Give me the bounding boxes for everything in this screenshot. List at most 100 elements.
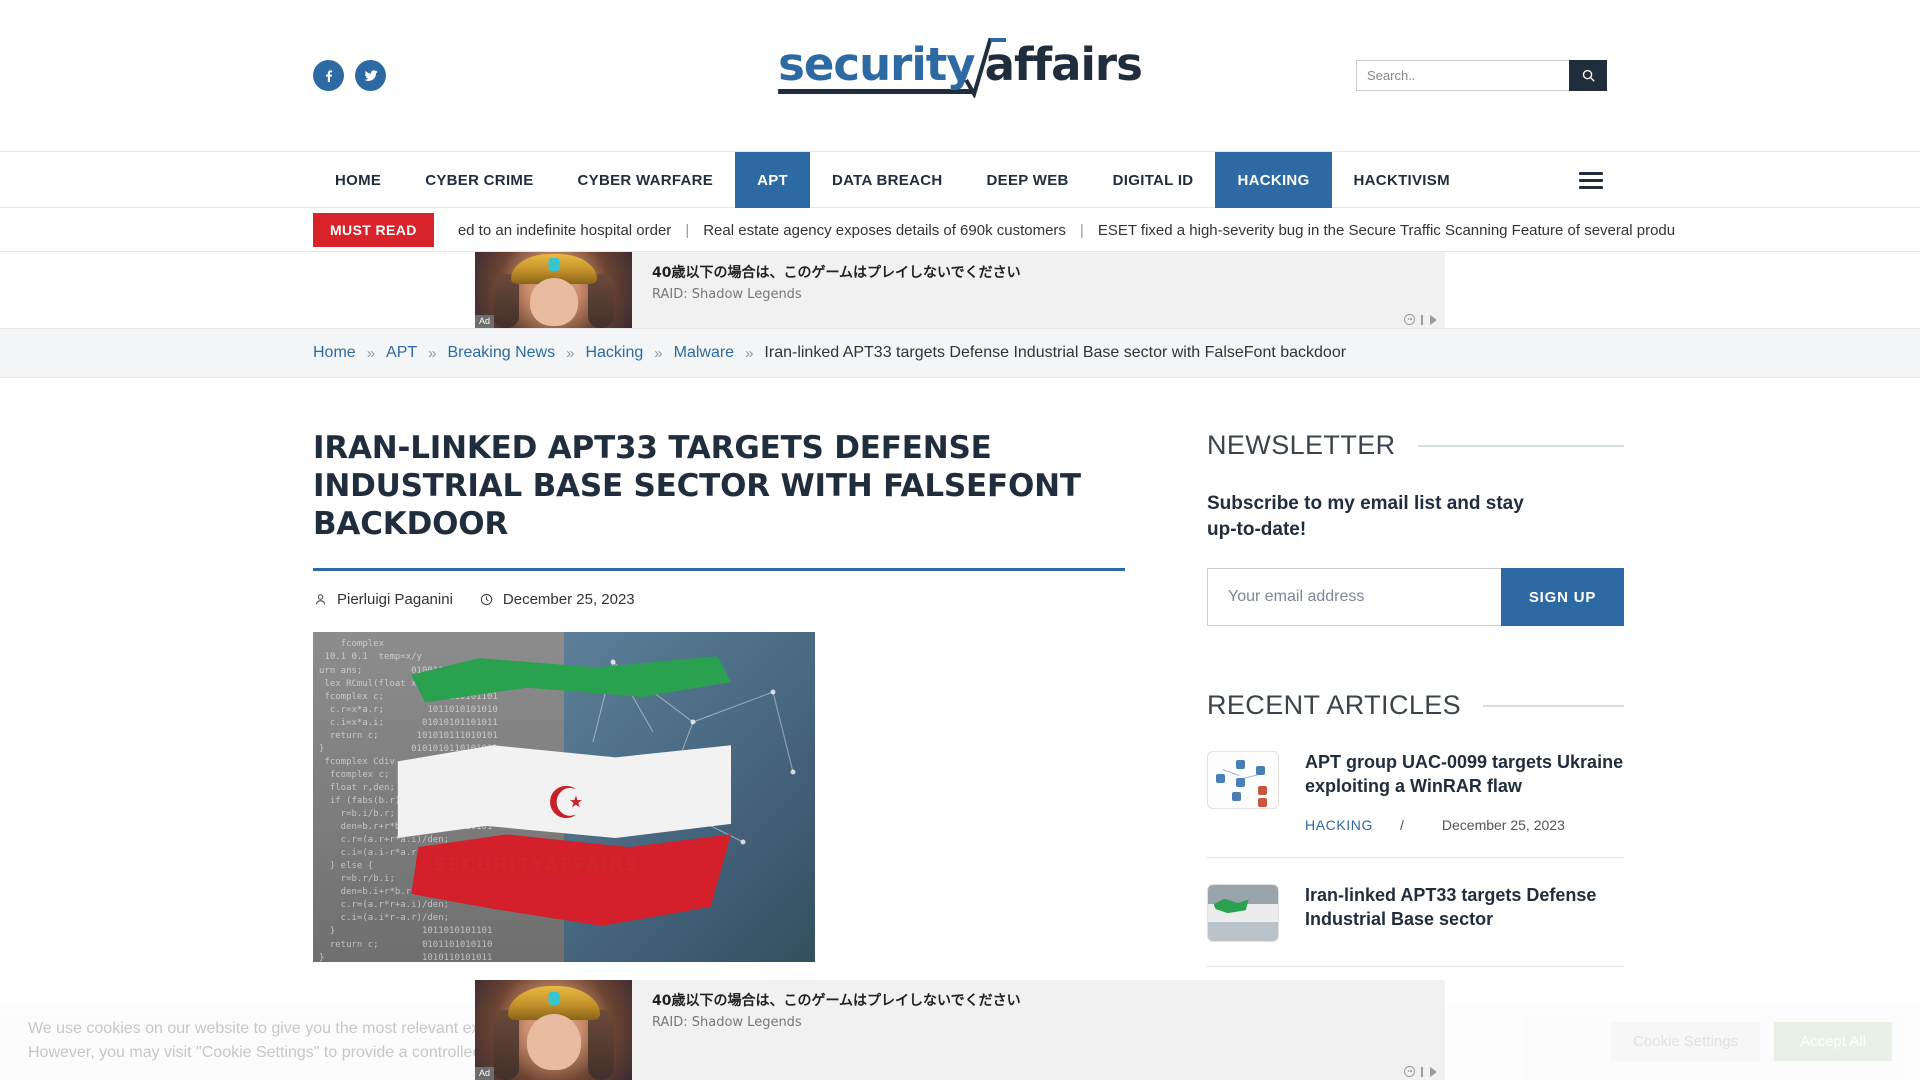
article-body: Iran-linked APT33 targets Defense Indust… xyxy=(1305,884,1624,942)
article-column: Iran-linked APT33 targets Defense Indust… xyxy=(313,378,1125,993)
breadcrumb-separator: » xyxy=(566,344,575,362)
ticker-item[interactable]: ESET fixed a high-severity bug in the Se… xyxy=(1098,222,1675,239)
ad-choices-icon[interactable] xyxy=(1430,1066,1437,1077)
nav-item-cyber-warfare[interactable]: CYBER WARFARE xyxy=(556,152,736,208)
search-icon xyxy=(1582,69,1595,82)
sidebar: NEWSLETTER Subscribe to my email list an… xyxy=(1207,378,1624,993)
nav-item-hacktivism[interactable]: HACKTIVISM xyxy=(1332,152,1472,208)
recent-articles-section: RECENT ARTICLES APT group UAC-0099 targe… xyxy=(1207,690,1624,968)
search-button[interactable] xyxy=(1569,60,1607,91)
article-author[interactable]: Pierluigi Paganini xyxy=(313,591,453,608)
twitter-icon[interactable] xyxy=(355,60,386,91)
recent-articles-header: RECENT ARTICLES xyxy=(1207,690,1624,721)
ad-choices-bar-icon xyxy=(1421,314,1423,325)
recent-articles-heading: RECENT ARTICLES xyxy=(1207,690,1462,721)
ad-thumbnail-image[interactable]: Ad xyxy=(475,980,632,1080)
article-featured-image[interactable]: fcomplex 10.1 0.1 temp=x/y urn ans; 0100… xyxy=(313,632,815,963)
nav-item-apt[interactable]: APT xyxy=(735,152,810,208)
newsletter-form: SIGN UP xyxy=(1207,568,1624,627)
network-diagram-thumbnail[interactable] xyxy=(1207,751,1279,810)
ad-info-icon[interactable] xyxy=(1404,1066,1415,1077)
search-form xyxy=(1356,60,1607,91)
breadcrumb-separator: » xyxy=(428,344,437,362)
ad-subtitle: RAID: Shadow Legends xyxy=(652,1015,802,1031)
title-divider xyxy=(313,568,1125,572)
breadcrumb-link[interactable]: Malware xyxy=(674,344,734,362)
nav-item-digital-id[interactable]: DIGITAL ID xyxy=(1091,152,1216,208)
ad-controls[interactable] xyxy=(1404,314,1437,325)
ad-badge: Ad xyxy=(475,1067,495,1080)
ad-badge: Ad xyxy=(475,315,495,328)
cookie-accept-all-button[interactable]: Accept All xyxy=(1774,1021,1892,1061)
breadcrumb-link[interactable]: Hacking xyxy=(585,344,643,362)
facebook-icon[interactable] xyxy=(313,60,344,91)
list-item[interactable]: Iran-linked APT33 targets Defense Indust… xyxy=(1207,884,1624,968)
hamburger-menu-icon[interactable] xyxy=(1575,152,1607,208)
breadcrumb: Home » APT » Breaking News » Hacking » Malware » I… xyxy=(0,344,1346,362)
ad-text-block[interactable]: 40歳以下の場合は、このゲームはプレイしないでください RAID: Shadow… xyxy=(632,252,1445,328)
iran-flag-thumbnail[interactable] xyxy=(1207,884,1279,943)
ticker-item[interactable]: Real estate agency exposes details of 69… xyxy=(703,222,1066,239)
site-logo[interactable]: security affairs xyxy=(778,38,1143,98)
nav-item-hacking[interactable]: HACKING xyxy=(1215,152,1332,208)
ad-controls[interactable] xyxy=(1404,1066,1437,1077)
article-meta: HACKING / December 25, 2023 xyxy=(1305,817,1624,833)
newsletter-email-input[interactable] xyxy=(1207,568,1501,627)
article-title[interactable]: Iran-linked APT33 targets Defense Indust… xyxy=(1305,884,1624,932)
breadcrumb-separator: » xyxy=(654,344,663,362)
must-read-badge[interactable]: MUST READ xyxy=(313,213,434,247)
article-date: December 25, 2023 xyxy=(1441,817,1565,834)
nav-item-deep-web[interactable]: DEEP WEB xyxy=(965,152,1091,208)
page-root: security affairs HOMECYBER CRIMECYBER WA… xyxy=(0,0,1920,1080)
main-navigation: HOME CYBER CRIME CYBER WARFARE APT DATA BREA… xyxy=(0,152,1920,208)
ad-info-icon[interactable] xyxy=(1404,314,1415,325)
nav-items-container: HOME CYBER CRIME CYBER WARFARE APT DATA BREA… xyxy=(313,152,1607,208)
content-area: Iran-linked APT33 targets Defense Indust… xyxy=(0,378,1920,993)
page-title: Iran-linked APT33 targets Defense Indust… xyxy=(313,430,1081,542)
article-meta: Pierluigi Paganini December 25, 2023 xyxy=(313,591,1125,608)
ticker-separator: | xyxy=(685,221,690,239)
breadcrumb-link[interactable]: APT xyxy=(386,344,417,362)
article-category[interactable]: HACKING xyxy=(1305,817,1400,833)
ad-subtitle: RAID: Shadow Legends xyxy=(652,287,802,303)
must-read-ticker: MUST READ ed to an indefinite hospital o… xyxy=(0,208,1920,252)
author-name: Pierluigi Paganini xyxy=(337,591,453,609)
article-date: December 25, 2023 xyxy=(479,591,635,608)
cookie-buttons: Cookie Settings Accept All xyxy=(1611,1021,1892,1061)
breadcrumb-link[interactable]: Breaking News xyxy=(448,344,556,362)
newsletter-signup-button[interactable]: SIGN UP xyxy=(1501,568,1624,627)
breadcrumb-bar: Home » APT » Breaking News » Hacking » Malware » I… xyxy=(0,328,1920,378)
heading-rule xyxy=(1417,444,1624,447)
social-links xyxy=(313,60,386,91)
ad-title: 40歳以下の場合は、このゲームはプレイしないでください xyxy=(652,993,1021,1009)
heading-rule xyxy=(1483,704,1624,707)
breadcrumb-current: Iran-linked APT33 targets Defense Indust… xyxy=(764,344,1347,361)
user-icon xyxy=(315,594,326,605)
ad-thumbnail-image[interactable]: Ad xyxy=(475,252,632,328)
meta-separator: / xyxy=(1400,817,1404,834)
ad-container-bottom[interactable]: Ad 40歳以下の場合は、このゲームはプレイしないでください RAID: Sha… xyxy=(475,980,1445,1080)
logo-text-security: security xyxy=(778,42,976,94)
iran-emblem-icon: ☪ xyxy=(546,778,586,830)
list-item[interactable]: APT group UAC-0099 targets Ukraine explo… xyxy=(1207,751,1624,859)
ad-text-block[interactable]: 40歳以下の場合は、このゲームはプレイしないでください RAID: Shadow… xyxy=(632,980,1445,1080)
ad-choices-icon[interactable] xyxy=(1430,314,1437,325)
newsletter-header: NEWSLETTER xyxy=(1207,430,1624,461)
nav-item-data-breach[interactable]: DATA BREACH xyxy=(810,152,965,208)
article-body: APT group UAC-0099 targets Ukraine explo… xyxy=(1305,751,1624,833)
breadcrumb-link[interactable]: Home xyxy=(313,344,356,362)
nav-item-cyber-crime[interactable]: CYBER CRIME xyxy=(403,152,555,208)
top-advertisement: Ad 40歳以下の場合は、このゲームはプレイしないでください RAID: Sha… xyxy=(0,252,1920,328)
ad-container-top[interactable]: Ad 40歳以下の場合は、このゲームはプレイしないでください RAID: Sha… xyxy=(475,252,1445,328)
breadcrumb-separator: » xyxy=(745,344,754,362)
cookie-settings-button[interactable]: Cookie Settings xyxy=(1611,1021,1761,1061)
newsletter-subtitle: Subscribe to my email list and stay up-t… xyxy=(1207,493,1524,540)
ticker-item[interactable]: ed to an indefinite hospital order xyxy=(458,222,671,239)
search-input[interactable] xyxy=(1356,60,1569,91)
clock-icon xyxy=(480,594,492,606)
ad-choices-bar-icon xyxy=(1421,1066,1423,1077)
image-watermark: SECURITYAFFAIRS xyxy=(433,854,640,877)
nav-item-home[interactable]: HOME xyxy=(313,152,403,208)
article-title[interactable]: APT group UAC-0099 targets Ukraine explo… xyxy=(1305,751,1624,799)
site-header: security affairs xyxy=(0,0,1920,152)
